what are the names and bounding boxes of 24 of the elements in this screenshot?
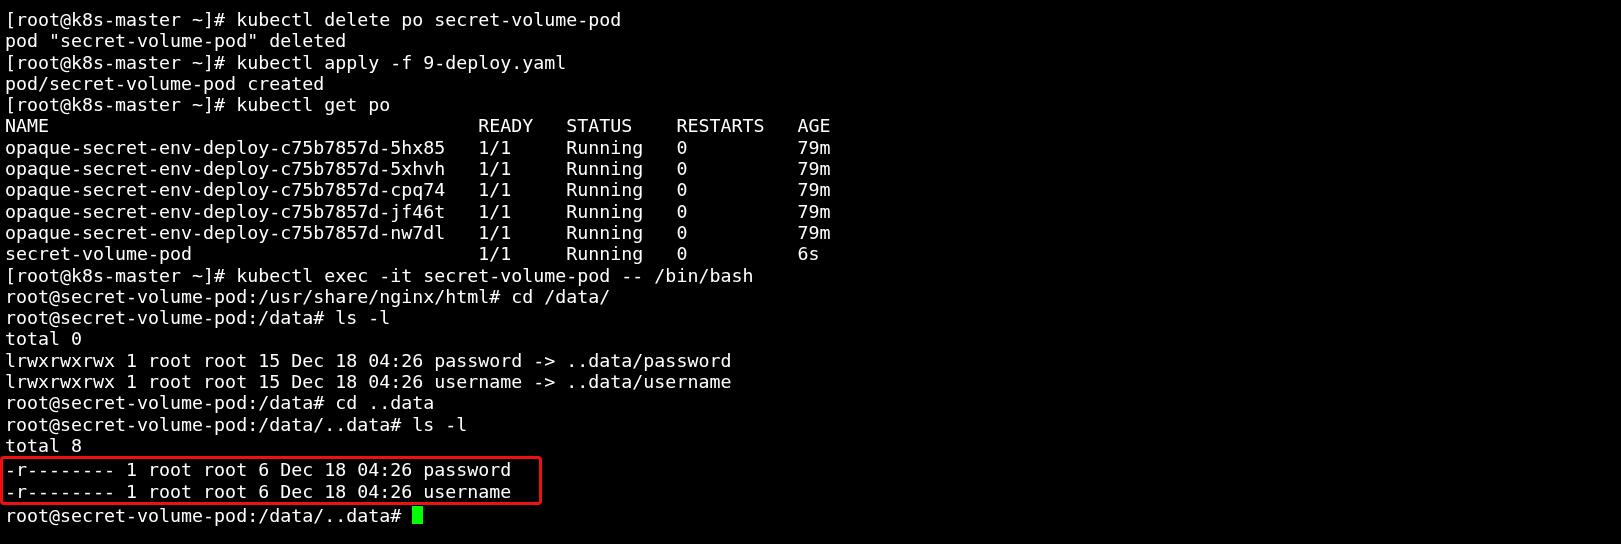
terminal-line: opaque-secret-env-deploy-c75b7857d-5xhvh 1/1 Running 0 79m [5, 158, 831, 180]
terminal-line: pod/secret-volume-pod created [5, 72, 325, 95]
terminal-line: [root@k8s-master ~]# kubectl get po [5, 94, 391, 116]
terminal-line: root@secret-volume-pod:/usr/share/nginx/html# cd /data/ [5, 285, 611, 308]
terminal-line: -r-------- 1 root root 6 Dec 18 04:26 username [5, 480, 512, 502]
terminal-line: total 0 [5, 328, 83, 350]
terminal-line: root@secret-volume-pod:/data/..data# ls -l [5, 413, 468, 435]
terminal-line: opaque-secret-env-deploy-c75b7857d-jf46t 1/1 Running 0 79m [5, 200, 831, 222]
terminal-line: root@secret-volume-pod:/data# ls -l [5, 307, 391, 329]
terminal-line: opaque-secret-env-deploy-c75b7857d-cpq74 1/1 Running 0 79m [5, 179, 831, 201]
terminal-line: opaque-secret-env-deploy-c75b7857d-nw7dl 1/1 Running 0 79m [5, 221, 831, 244]
terminal-line: lrwxrwxrwx 1 root root 15 Dec 18 04:26 username -> ..data/username [5, 371, 732, 393]
terminal-line: [root@k8s-master ~]# kubectl delete po secret-volume-pod [5, 9, 622, 31]
terminal-line: [root@k8s-master ~]# kubectl apply -f 9-deploy.yaml [5, 51, 567, 73]
terminal-line: opaque-secret-env-deploy-c75b7857d-5hx85 1/1 Running 0 79m [5, 136, 831, 159]
terminal-line: root@secret-volume-pod:/data/..data# [5, 504, 403, 527]
terminal-line: secret-volume-pod 1/1 Running 0 6s [5, 243, 820, 265]
terminal-line: NAME READY STATUS RESTARTS AGE [5, 115, 831, 137]
terminal-line: root@secret-volume-pod:/data# cd ..data [5, 392, 435, 414]
terminal-line: pod "secret-volume-pod" deleted [5, 30, 347, 52]
terminal-line: -r-------- 1 root root 6 Dec 18 04:26 password [5, 459, 512, 481]
terminal-line: total 8 [5, 434, 83, 457]
terminal-line: [root@k8s-master ~]# kubectl exec -it secret-volume-pod -- /bin/bash [5, 264, 754, 286]
terminal-line: lrwxrwxrwx 1 root root 15 Dec 18 04:26 password -> ..data/password [5, 349, 732, 372]
